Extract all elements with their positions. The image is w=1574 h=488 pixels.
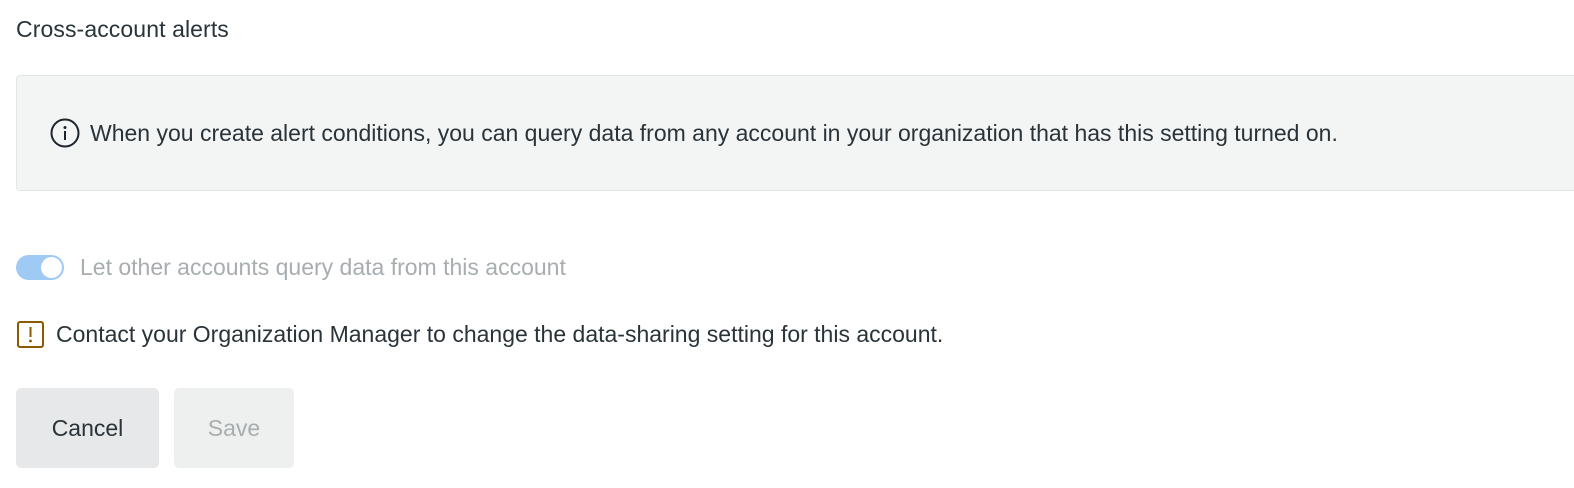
warning-message: Contact your Organization Manager to cha… <box>17 319 943 349</box>
data-sharing-toggle-row: Let other accounts query data from this … <box>16 252 566 282</box>
section-title: Cross-account alerts <box>16 16 229 42</box>
info-banner: When you create alert conditions, you ca… <box>16 75 1574 191</box>
data-sharing-toggle[interactable] <box>16 254 64 280</box>
cancel-button[interactable]: Cancel <box>16 388 159 468</box>
save-button[interactable]: Save <box>174 388 294 468</box>
toggle-knob <box>41 256 62 278</box>
cross-account-alerts-panel: Cross-account alerts When you create ale… <box>0 0 1574 488</box>
warning-text: Contact your Organization Manager to cha… <box>56 321 944 347</box>
info-banner-text: When you create alert conditions, you ca… <box>90 120 1338 146</box>
data-sharing-toggle-label: Let other accounts query data from this … <box>80 254 566 280</box>
info-circle-icon <box>50 118 80 148</box>
warning-square-icon <box>17 320 44 348</box>
